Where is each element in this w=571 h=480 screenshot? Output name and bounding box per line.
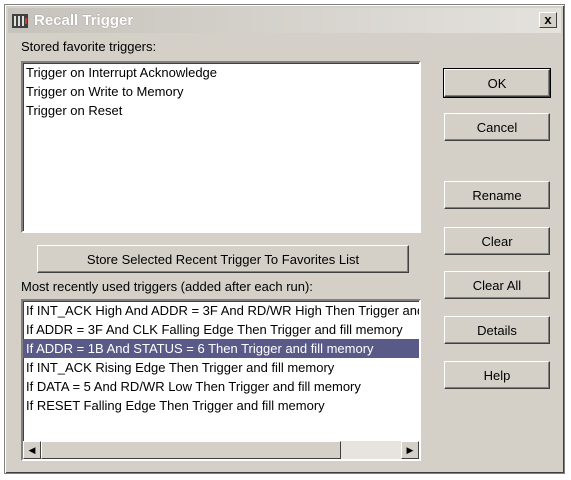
rename-button-label: Rename [472,187,522,203]
cancel-button[interactable]: Cancel [444,113,550,141]
help-button[interactable]: Help [444,361,550,389]
clear-all-button-label: Clear All [472,277,522,293]
recent-items-container: If INT_ACK High And ADDR = 3F And RD/WR … [23,301,419,415]
recent-trigger-item[interactable]: If INT_ACK Rising Edge Then Trigger and … [23,358,419,377]
recall-trigger-dialog: Recall Trigger x Stored favorite trigger… [4,4,565,474]
store-to-favorites-button[interactable]: Store Selected Recent Trigger To Favorit… [37,245,409,273]
clear-button[interactable]: Clear [444,227,550,255]
recent-trigger-item[interactable]: If DATA = 5 And RD/WR Low Then Trigger a… [23,377,419,396]
title-bar[interactable]: Recall Trigger x [8,8,561,33]
details-button-label: Details [477,322,517,338]
recent-triggers-listbox[interactable]: If INT_ACK High And ADDR = 3F And RD/WR … [21,299,421,461]
scroll-right-button[interactable]: ▶ [401,441,419,459]
recent-trigger-item[interactable]: If ADDR = 3F And CLK Falling Edge Then T… [23,320,419,339]
recent-trigger-item[interactable]: If ADDR = 1B And STATUS = 6 Then Trigger… [23,339,419,358]
help-button-label: Help [483,367,511,383]
ok-button-label: OK [487,75,507,91]
favorite-trigger-item[interactable]: Trigger on Write to Memory [23,82,419,101]
favorites-listbox[interactable]: Trigger on Interrupt Acknowledge Trigger … [21,61,421,233]
horizontal-scrollbar[interactable]: ◀ ▶ [23,441,419,459]
details-button[interactable]: Details [444,316,550,344]
store-to-favorites-button-label: Store Selected Recent Trigger To Favorit… [86,251,360,267]
ok-button[interactable]: OK [443,68,551,98]
dialog-app-icon [12,13,28,29]
scroll-right-arrow-icon: ▶ [406,445,414,455]
recent-trigger-item[interactable]: If RESET Falling Edge Then Trigger and f… [23,396,419,415]
cancel-button-label: Cancel [476,119,518,135]
close-button[interactable]: x [539,12,557,28]
recent-label: Most recently used triggers (added after… [21,279,313,294]
favorites-label: Stored favorite triggers: [21,39,157,54]
favorite-trigger-item[interactable]: Trigger on Interrupt Acknowledge [23,63,419,82]
recent-trigger-item[interactable]: If INT_ACK High And ADDR = 3F And RD/WR … [23,301,419,320]
scroll-left-arrow-icon: ◀ [28,445,36,455]
scroll-left-button[interactable]: ◀ [23,441,41,459]
scrollbar-thumb[interactable] [41,441,341,459]
dialog-title: Recall Trigger [34,12,134,29]
clear-all-button[interactable]: Clear All [444,271,550,299]
close-icon: x [544,12,552,27]
clear-button-label: Clear [481,233,513,249]
favorite-trigger-item[interactable]: Trigger on Reset [23,101,419,120]
rename-button[interactable]: Rename [444,181,550,209]
